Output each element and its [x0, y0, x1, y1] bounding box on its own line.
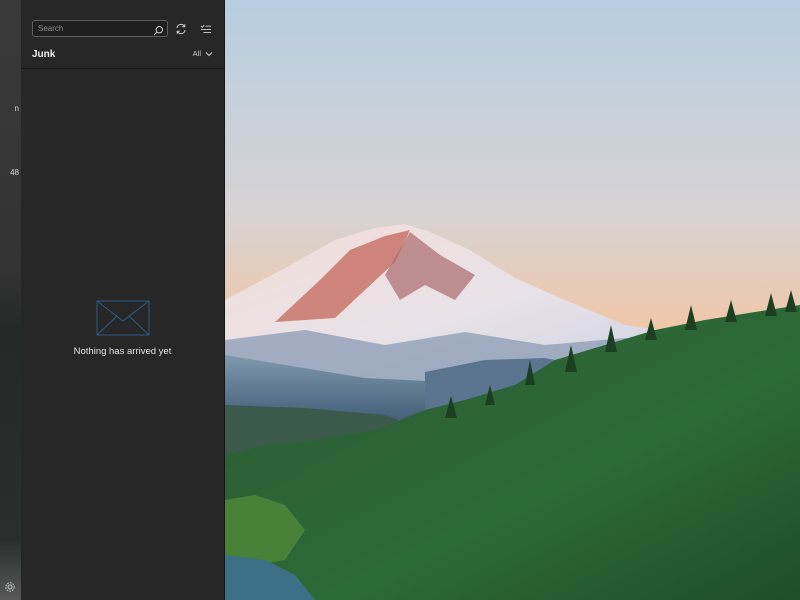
reading-pane: [225, 0, 800, 600]
message-list-pane: Junk All Nothing has arrived yet: [21, 0, 225, 600]
search-input[interactable]: [38, 21, 148, 36]
envelope-icon: [96, 300, 149, 336]
empty-state: Nothing has arrived yet: [21, 300, 224, 357]
filter-dropdown[interactable]: All: [193, 49, 213, 58]
rail-count-fragment: 48: [10, 168, 19, 177]
search-box[interactable]: [32, 20, 168, 37]
folder-title: Junk: [32, 49, 56, 60]
select-mode-button[interactable]: [198, 21, 214, 37]
filter-label: All: [192, 49, 201, 58]
nav-rail: n 48: [0, 0, 21, 600]
select-mode-icon: [200, 24, 211, 33]
chevron-down-icon: [205, 51, 213, 56]
search-icon[interactable]: [153, 23, 164, 36]
empty-state-message: Nothing has arrived yet: [73, 346, 172, 357]
gear-icon[interactable]: [4, 580, 16, 592]
mountain-landscape-wallpaper: [225, 0, 800, 600]
sync-icon: [176, 23, 186, 35]
rail-fragment: n: [14, 104, 19, 113]
sync-button[interactable]: [173, 21, 189, 37]
message-list-toolbar: Junk All: [21, 0, 224, 69]
